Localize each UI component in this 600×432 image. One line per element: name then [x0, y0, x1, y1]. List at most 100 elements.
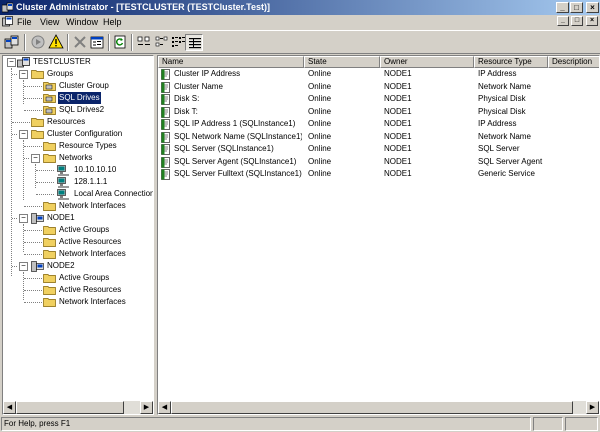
status-text: For Help, press F1: [1, 417, 531, 431]
main-window: Cluster Administrator - [TESTCLUSTER (TE…: [0, 0, 600, 432]
resource-owner-cell: NODE1: [384, 119, 412, 128]
scroll-thumb[interactable]: [16, 401, 124, 414]
resource-state-cell: Online: [308, 81, 332, 91]
close-button[interactable]: ×: [586, 2, 599, 13]
resource-icon: [161, 131, 170, 143]
resource-list-pane[interactable]: Name State Owner Resource Type Descripti…: [157, 55, 600, 415]
scroll-left-button[interactable]: ◀: [158, 401, 171, 414]
status-panel: [565, 417, 598, 431]
tree-label: Active Groups: [59, 225, 110, 234]
column-header-owner[interactable]: Owner: [380, 56, 474, 68]
details-view-button[interactable]: [185, 34, 203, 51]
folder-icon: [43, 274, 56, 283]
properties-icon: [90, 36, 104, 49]
resource-icon: [161, 81, 170, 93]
refresh-button[interactable]: [111, 34, 129, 51]
cluster-admin-app-icon: [2, 2, 13, 13]
resource-owner-cell: NODE1: [384, 156, 412, 166]
collapse-toggle[interactable]: −: [7, 58, 16, 67]
document-window-icon[interactable]: [2, 16, 13, 27]
child-minimize-button[interactable]: _: [557, 16, 569, 26]
scroll-thumb[interactable]: [171, 401, 573, 414]
scroll-right-button[interactable]: ▶: [586, 401, 599, 414]
minimize-button[interactable]: _: [556, 2, 569, 13]
tree-label: Cluster Configuration: [47, 129, 123, 138]
tree-line: [23, 80, 24, 104]
menu-file[interactable]: File: [17, 17, 32, 27]
resource-type-cell: Physical Disk: [478, 94, 526, 103]
tree-label: Network Interfaces: [59, 249, 126, 258]
tree-label: Networks: [59, 153, 93, 162]
scroll-right-button[interactable]: ▶: [140, 401, 153, 414]
menu-bar: File View Window Help: [0, 15, 600, 29]
folder-icon: [43, 286, 56, 295]
menu-help[interactable]: Help: [103, 17, 122, 27]
tree-line: [24, 230, 42, 231]
child-restore-button[interactable]: □: [571, 16, 583, 26]
tree-label: Active Resources: [59, 285, 122, 294]
table-row[interactable]: Cluster Name Online NODE1 Network Name: [158, 81, 599, 93]
column-header-name[interactable]: Name: [158, 56, 304, 68]
table-row[interactable]: SQL Network Name (SQLInstance1) Online NOD…: [158, 131, 599, 143]
tree-line: [24, 206, 42, 207]
group-icon: [43, 82, 56, 91]
properties-button[interactable]: [88, 34, 106, 51]
resource-type-cell: SQL Server: [478, 144, 520, 153]
resource-state-cell: Online: [308, 69, 332, 78]
collapse-toggle[interactable]: −: [31, 154, 40, 163]
resource-owner-cell: NODE1: [384, 69, 412, 78]
column-header-resource-type[interactable]: Resource Type: [474, 56, 548, 68]
collapse-toggle[interactable]: −: [19, 70, 28, 79]
minimize-icon: _: [561, 17, 565, 24]
folder-icon: [43, 250, 56, 259]
arrow-right-icon: ▶: [589, 404, 596, 411]
menu-window[interactable]: Window: [66, 17, 98, 27]
resource-icon: [161, 69, 170, 80]
column-header-state[interactable]: State: [304, 56, 380, 68]
tree-line: [24, 158, 29, 159]
tree-line: [36, 194, 54, 195]
tree-line: [12, 74, 17, 75]
resource-icon: [161, 94, 170, 105]
tree-label: Active Resources: [59, 237, 122, 246]
resource-name-cell: Disk T:: [174, 106, 198, 116]
table-row[interactable]: Disk T: Online NODE1 Physical Disk: [158, 106, 599, 118]
table-row[interactable]: Disk S: Online NODE1 Physical Disk: [158, 93, 599, 105]
details-view-icon: [189, 38, 201, 49]
large-icons-button[interactable]: [135, 34, 153, 51]
list-horizontal-scrollbar[interactable]: ◀ ▶: [158, 401, 599, 414]
table-row[interactable]: SQL IP Address 1 (SQLInstance1) Online NOD…: [158, 118, 599, 130]
take-offline-button[interactable]: [47, 34, 65, 51]
arrow-left-icon: ◀: [161, 404, 168, 411]
table-row[interactable]: SQL Server Fulltext (SQLInstance1) Online…: [158, 168, 599, 180]
resource-icon: [161, 144, 170, 155]
tree-line: [23, 272, 24, 300]
tree-label: 128.1.1.1: [74, 177, 108, 186]
tree-horizontal-scrollbar[interactable]: ◀ ▶: [3, 401, 153, 414]
bring-online-icon: [31, 35, 45, 49]
title-bar[interactable]: Cluster Administrator - [TESTCLUSTER (TE…: [0, 0, 600, 15]
child-close-button[interactable]: ×: [586, 16, 598, 26]
menu-view[interactable]: View: [40, 17, 59, 27]
delete-button[interactable]: [71, 34, 89, 51]
tree-line: [12, 134, 17, 135]
resource-icon: [161, 106, 170, 118]
resource-type-cell: IP Address: [478, 119, 517, 128]
collapse-toggle[interactable]: −: [19, 262, 28, 271]
table-row[interactable]: Cluster IP Address Online NODE1 IP Address: [158, 68, 599, 80]
tree-pane[interactable]: − TESTCLUSTER − Groups Cluster Group SQL…: [2, 55, 154, 415]
list-view-icon: [172, 37, 185, 47]
open-connection-button[interactable]: [3, 34, 21, 51]
toolbar-separator: [67, 34, 69, 51]
collapse-toggle[interactable]: −: [19, 214, 28, 223]
table-row[interactable]: SQL Server (SQLInstance1) Online NODE1 SQL …: [158, 143, 599, 155]
maximize-button[interactable]: □: [570, 2, 583, 13]
tree-line: [24, 278, 42, 279]
scroll-left-button[interactable]: ◀: [3, 401, 16, 414]
table-row[interactable]: SQL Server Agent (SQLInstance1) Online NOD…: [158, 156, 599, 168]
collapse-toggle[interactable]: −: [19, 130, 28, 139]
server-node-icon: [31, 261, 44, 272]
column-header-description[interactable]: Description: [548, 56, 599, 68]
resource-type-cell: Network Name: [478, 131, 531, 141]
bring-online-button[interactable]: [29, 34, 47, 51]
